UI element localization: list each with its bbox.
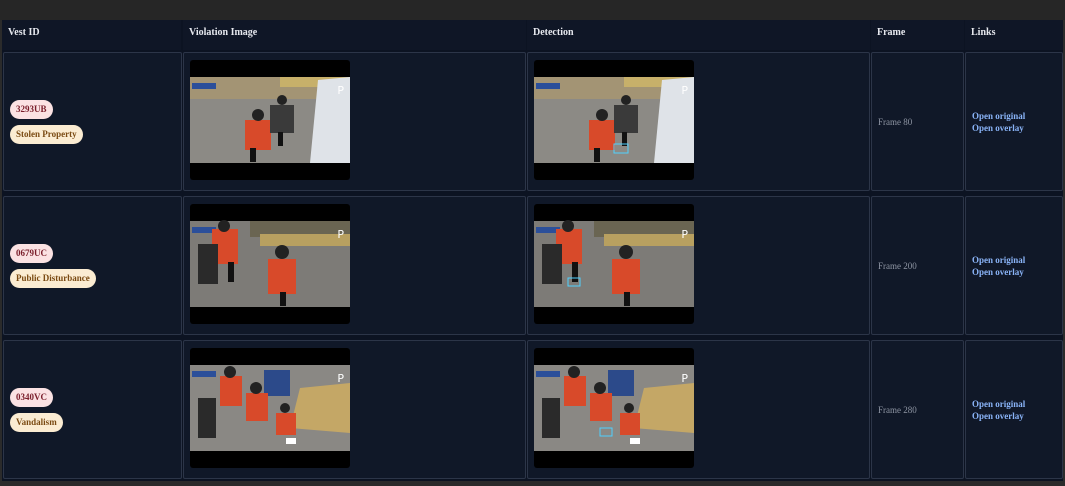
top-bar [0, 0, 1065, 20]
violation-type-badge: Vandalism [10, 413, 63, 432]
header-vest-id: Vest ID [2, 20, 181, 50]
svg-text:P: P [681, 84, 688, 97]
frame-number: Frame 280 [878, 404, 917, 415]
links-cell: Open original Open overlay [965, 340, 1063, 479]
open-overlay-link[interactable]: Open overlay [972, 122, 1025, 134]
svg-text:P: P [337, 372, 344, 385]
detection-image[interactable]: P [534, 60, 694, 180]
detection-image[interactable]: P [534, 204, 694, 324]
violation-type-badge: Public Disturbance [10, 269, 96, 288]
open-original-link[interactable]: Open original [972, 254, 1025, 266]
detection-image-cell: P [527, 340, 870, 479]
svg-text:P: P [337, 84, 344, 97]
header-detection: Detection [527, 20, 870, 50]
vest-id-badge: 3293UB [10, 100, 53, 119]
violation-image-cell: P [183, 340, 526, 479]
detection-image-cell: P [527, 196, 870, 335]
table-row-vest-cell: 0340VC Vandalism [3, 340, 182, 479]
vest-id-badge: 0340VC [10, 388, 53, 407]
header-violation-image: Violation Image [183, 20, 526, 50]
violation-image-cell: P [183, 196, 526, 335]
vest-id-badge: 0679UC [10, 244, 53, 263]
detection-image-cell: P [527, 52, 870, 191]
header-frame: Frame [871, 20, 964, 50]
open-original-link[interactable]: Open original [972, 398, 1025, 410]
violation-image[interactable]: P [190, 60, 350, 180]
violation-image[interactable]: P [190, 204, 350, 324]
table-row-vest-cell: 0679UC Public Disturbance [3, 196, 182, 335]
frame-number: Frame 80 [878, 116, 913, 127]
header-links: Links [965, 20, 1063, 50]
frame-cell: Frame 200 [871, 196, 964, 335]
violation-image-cell: P [183, 52, 526, 191]
bottom-bar [0, 481, 1065, 486]
links-cell: Open original Open overlay [965, 52, 1063, 191]
detection-image[interactable]: P [534, 348, 694, 468]
frame-number: Frame 200 [878, 260, 917, 271]
open-original-link[interactable]: Open original [972, 110, 1025, 122]
frame-cell: Frame 280 [871, 340, 964, 479]
frame-cell: Frame 80 [871, 52, 964, 191]
svg-text:P: P [681, 228, 688, 241]
violation-type-badge: Stolen Property [10, 125, 83, 144]
links-cell: Open original Open overlay [965, 196, 1063, 335]
open-overlay-link[interactable]: Open overlay [972, 410, 1025, 422]
open-overlay-link[interactable]: Open overlay [972, 266, 1025, 278]
svg-text:P: P [337, 228, 344, 241]
svg-text:P: P [681, 372, 688, 385]
violation-image[interactable]: P [190, 348, 350, 468]
table-row-vest-cell: 3293UB Stolen Property [3, 52, 182, 191]
violations-table: Vest ID Violation Image Detection Frame … [2, 20, 1063, 481]
